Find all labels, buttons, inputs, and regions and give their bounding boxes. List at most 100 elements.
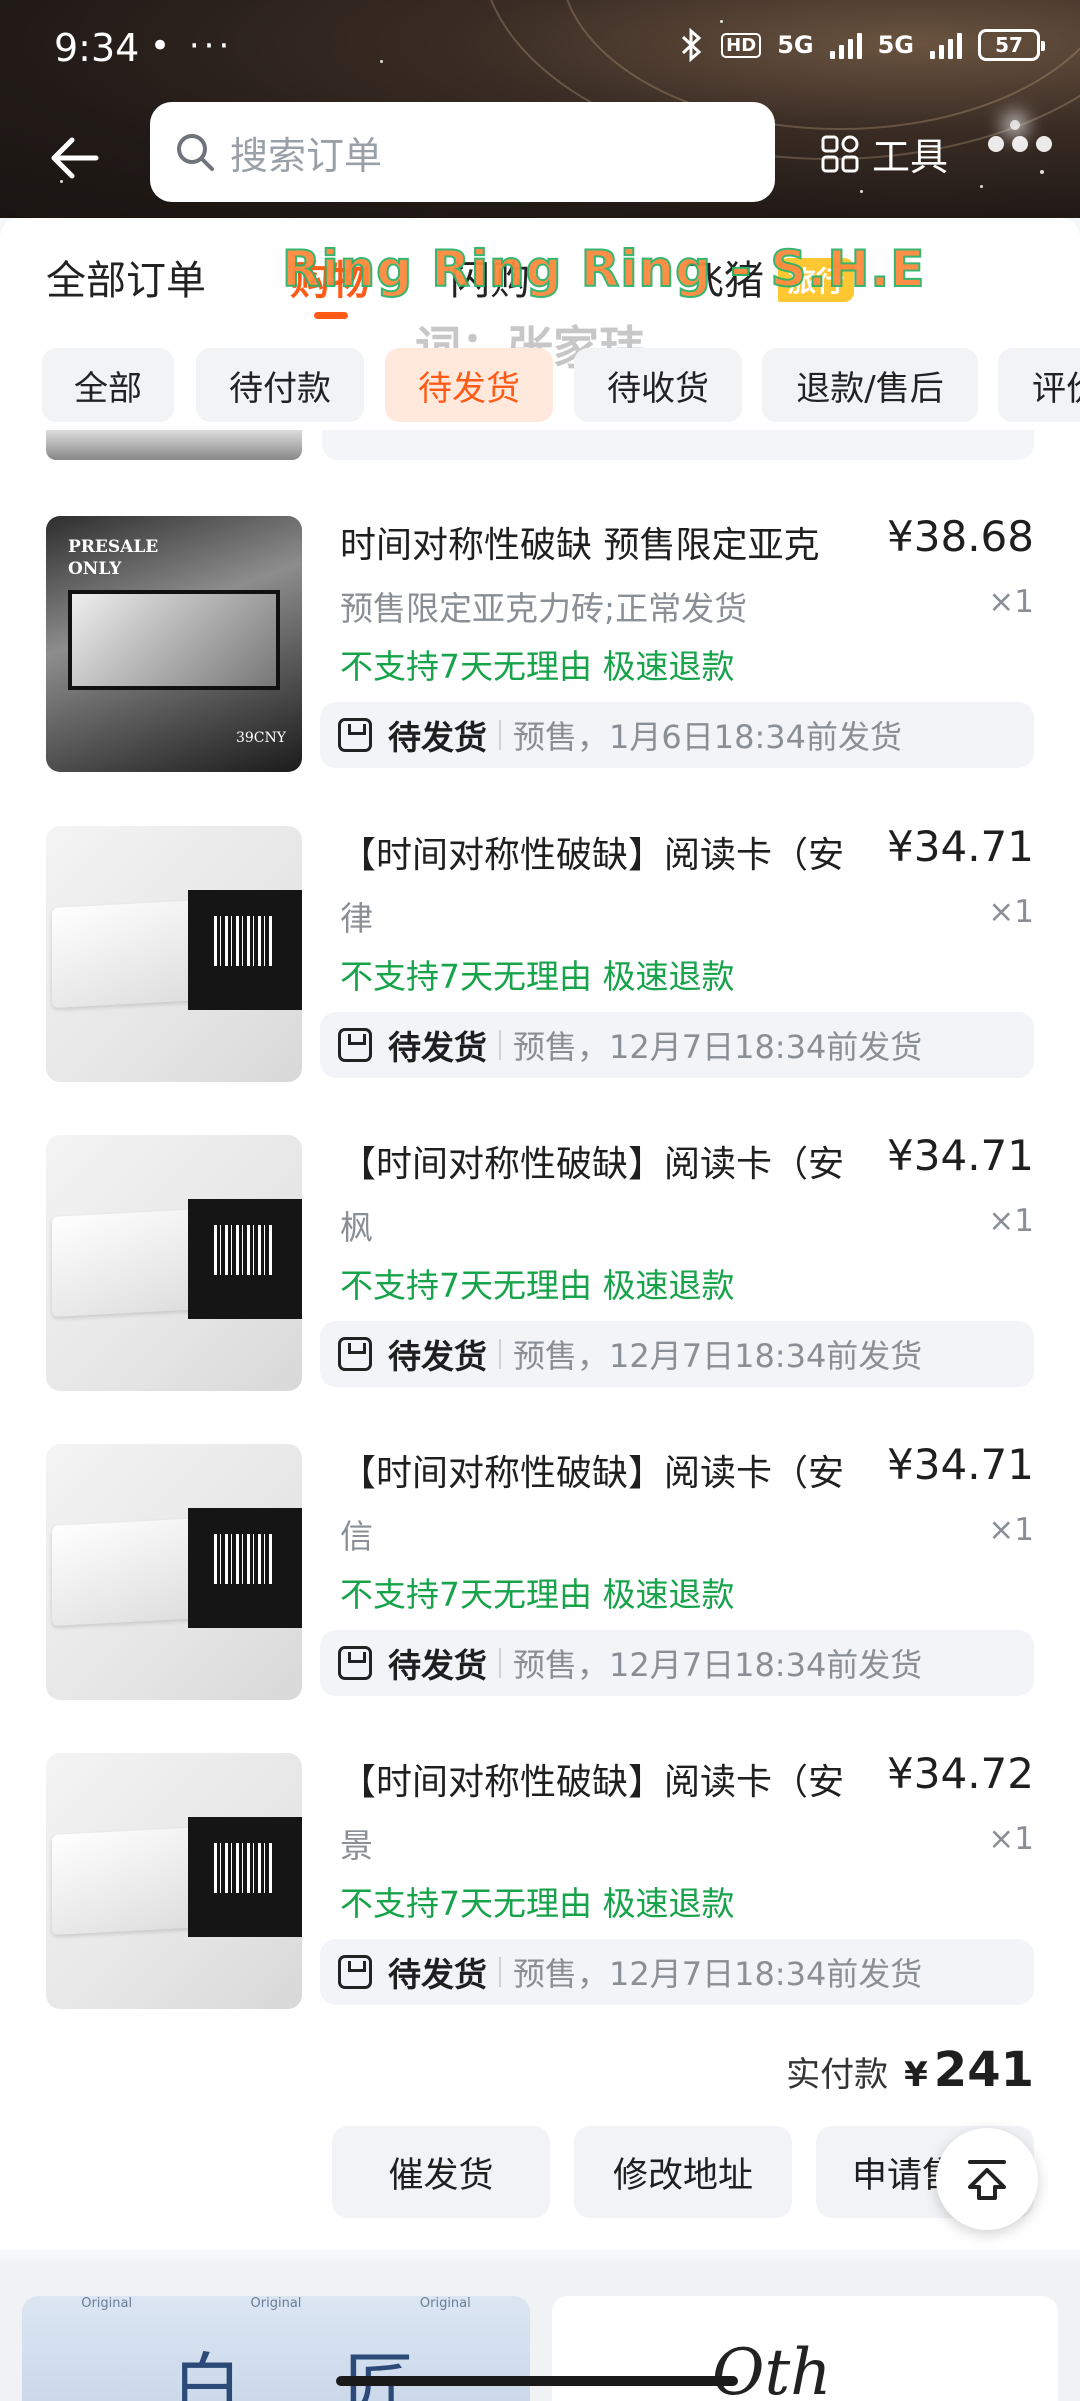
- tools-button[interactable]: 工具: [820, 126, 948, 181]
- battery-level: 57: [995, 33, 1023, 57]
- order-actions: 催发货 修改地址 申请售后: [0, 2126, 1080, 2220]
- status-time: 9:34: [54, 26, 140, 70]
- tools-label: 工具: [872, 135, 949, 179]
- battery-icon: 57: [978, 29, 1045, 61]
- shipping-status: 待发货: [388, 1955, 487, 1994]
- item-price: ¥34.71: [887, 1440, 1034, 1489]
- top-nav: 搜索订单 工具: [0, 100, 1080, 206]
- rec-ribbon: Original Original Original: [81, 2296, 471, 2311]
- thumb-card-front: [52, 1518, 202, 1626]
- item-spec: 信: [340, 1517, 373, 1556]
- product-thumbnail[interactable]: PRESALE ONLY 39CNY: [46, 516, 302, 772]
- search-icon: [177, 134, 214, 171]
- header-banner: 9:34 • ··· HD 5G 5G 57 搜索订单 工具: [0, 0, 1080, 218]
- shipping-status: 待发货: [388, 718, 487, 757]
- tab-all-orders[interactable]: 全部订单: [46, 248, 206, 306]
- item-quantity: ×1: [988, 1512, 1034, 1548]
- order-item[interactable]: 【时间对称性破缺】阅读卡（安 ¥34.71 信 ×1 不支持7天无理由 极速退款…: [0, 1440, 1080, 1704]
- item-title: 【时间对称性破缺】阅读卡（安: [340, 1144, 845, 1185]
- item-spec: 景: [340, 1826, 373, 1865]
- modify-address-button[interactable]: 修改地址: [574, 2126, 792, 2218]
- rec-title: 白 匠: [172, 2345, 455, 2401]
- item-title: 【时间对称性破缺】阅读卡（安: [340, 1762, 845, 1803]
- search-placeholder: 搜索订单: [230, 133, 383, 178]
- shipping-status: 待发货: [388, 1028, 487, 1067]
- signal-bars-icon: [829, 31, 862, 59]
- thumb-card-front: [52, 1209, 202, 1317]
- item-quantity: ×1: [988, 894, 1034, 930]
- barcode-icon: [214, 916, 274, 966]
- shipping-note: 预售，12月7日18:34前发货: [513, 1646, 923, 1684]
- item-quantity: ×1: [988, 1821, 1034, 1857]
- total-label: 实付款: [786, 2055, 889, 2095]
- order-item[interactable]: 【时间对称性破缺】阅读卡（安 ¥34.71 律 ×1 不支持7天无理由 极速退款…: [0, 822, 1080, 1086]
- hd-voice-badge: HD: [721, 32, 762, 58]
- shipping-status-bar[interactable]: 待发货 预售，12月7日18:34前发货: [320, 1939, 1034, 2005]
- item-title: 时间对称性破缺 预售限定亚克: [340, 525, 820, 566]
- total-amount: 241: [933, 2042, 1034, 2098]
- order-item[interactable]: 【时间对称性破缺】阅读卡（安 ¥34.72 景 ×1 不支持7天无理由 极速退款…: [0, 1749, 1080, 2013]
- thumb-price-text: 39CNY: [235, 730, 286, 746]
- product-thumbnail[interactable]: [46, 1753, 302, 2009]
- item-return-policy: 不支持7天无理由 极速退款: [340, 1884, 735, 1923]
- home-indicator[interactable]: [336, 2376, 738, 2386]
- divider: [499, 1648, 501, 1678]
- shipping-status: 待发货: [388, 1646, 487, 1685]
- signal-bars-icon: [930, 31, 962, 59]
- status-notification-dots: • ···: [150, 26, 234, 66]
- order-item[interactable]: PRESALE ONLY 39CNY 时间对称性破缺 预售限定亚克 ¥38.68…: [0, 512, 1080, 776]
- shipping-status-bar[interactable]: 待发货 预售，12月7日18:34前发货: [320, 1012, 1034, 1078]
- package-icon: [338, 1337, 372, 1371]
- package-icon: [338, 718, 372, 752]
- barcode-icon: [214, 1225, 274, 1275]
- item-return-policy: 不支持7天无理由 极速退款: [340, 957, 735, 996]
- previous-item-thumbnail: [46, 430, 302, 460]
- more-options-icon[interactable]: [988, 136, 1052, 152]
- item-title: 【时间对称性破缺】阅读卡（安: [340, 1453, 845, 1494]
- order-item[interactable]: 【时间对称性破缺】阅读卡（安 ¥34.71 枫 ×1 不支持7天无理由 极速退款…: [0, 1131, 1080, 1395]
- package-icon: [338, 1955, 372, 1989]
- chip-pending-receipt[interactable]: 待收货: [574, 348, 742, 422]
- divider: [499, 720, 501, 750]
- status-filter-chips: 全部 待付款 待发货 待收货 退款/售后 评价: [0, 348, 1080, 428]
- shipping-note: 预售，12月7日18:34前发货: [513, 1028, 923, 1066]
- total-currency: ¥: [904, 2055, 928, 2095]
- shipping-note: 预售，12月7日18:34前发货: [513, 1955, 923, 1993]
- chip-all[interactable]: 全部: [42, 348, 174, 422]
- shipping-status-bar[interactable]: 待发货 预售，1月6日18:34前发货: [320, 702, 1034, 768]
- active-tab-indicator: [314, 312, 348, 319]
- urge-shipment-button[interactable]: 催发货: [332, 2126, 550, 2218]
- order-total: 实付款 ¥ 241: [786, 2042, 1034, 2098]
- back-arrow-icon[interactable]: [44, 128, 104, 188]
- product-thumbnail[interactable]: [46, 826, 302, 1082]
- search-input[interactable]: 搜索订单: [150, 102, 775, 202]
- chip-pending-shipment[interactable]: 待发货: [385, 348, 553, 422]
- floating-lyric-title: Ring Ring Ring - S.H.E: [281, 239, 926, 299]
- item-spec: 律: [340, 899, 373, 938]
- product-thumbnail[interactable]: [46, 1444, 302, 1700]
- shipping-note: 预售，12月7日18:34前发货: [513, 1337, 923, 1375]
- thumb-presale-text: PRESALE ONLY: [68, 537, 159, 579]
- product-thumbnail[interactable]: [46, 1135, 302, 1391]
- shipping-status-bar[interactable]: 待发货 预售，12月7日18:34前发货: [320, 1321, 1034, 1387]
- chip-review[interactable]: 评价: [998, 348, 1080, 422]
- item-price: ¥38.68: [887, 512, 1034, 561]
- status-indicators: HD 5G 5G 57: [679, 28, 1045, 62]
- item-price: ¥34.72: [887, 1749, 1034, 1798]
- chip-refund-aftersale[interactable]: 退款/售后: [762, 348, 978, 422]
- barcode-icon: [214, 1843, 274, 1893]
- package-icon: [338, 1646, 372, 1680]
- barcode-icon: [214, 1534, 274, 1584]
- divider: [499, 1957, 501, 1987]
- shipping-note: 预售，1月6日18:34前发货: [513, 718, 902, 756]
- arrow-up-icon: [968, 2160, 1006, 2200]
- item-return-policy: 不支持7天无理由 极速退款: [340, 1575, 735, 1614]
- network-label: 5G: [777, 31, 814, 59]
- item-spec: 枫: [340, 1208, 373, 1247]
- item-return-policy: 不支持7天无理由 极速退款: [340, 1266, 735, 1305]
- shipping-status-bar[interactable]: 待发货 预售，12月7日18:34前发货: [320, 1630, 1034, 1696]
- chip-pending-payment[interactable]: 待付款: [196, 348, 364, 422]
- item-title: 【时间对称性破缺】阅读卡（安: [340, 835, 845, 876]
- thumb-acrylic-panel: [68, 590, 280, 690]
- scroll-to-top-button[interactable]: [936, 2128, 1038, 2230]
